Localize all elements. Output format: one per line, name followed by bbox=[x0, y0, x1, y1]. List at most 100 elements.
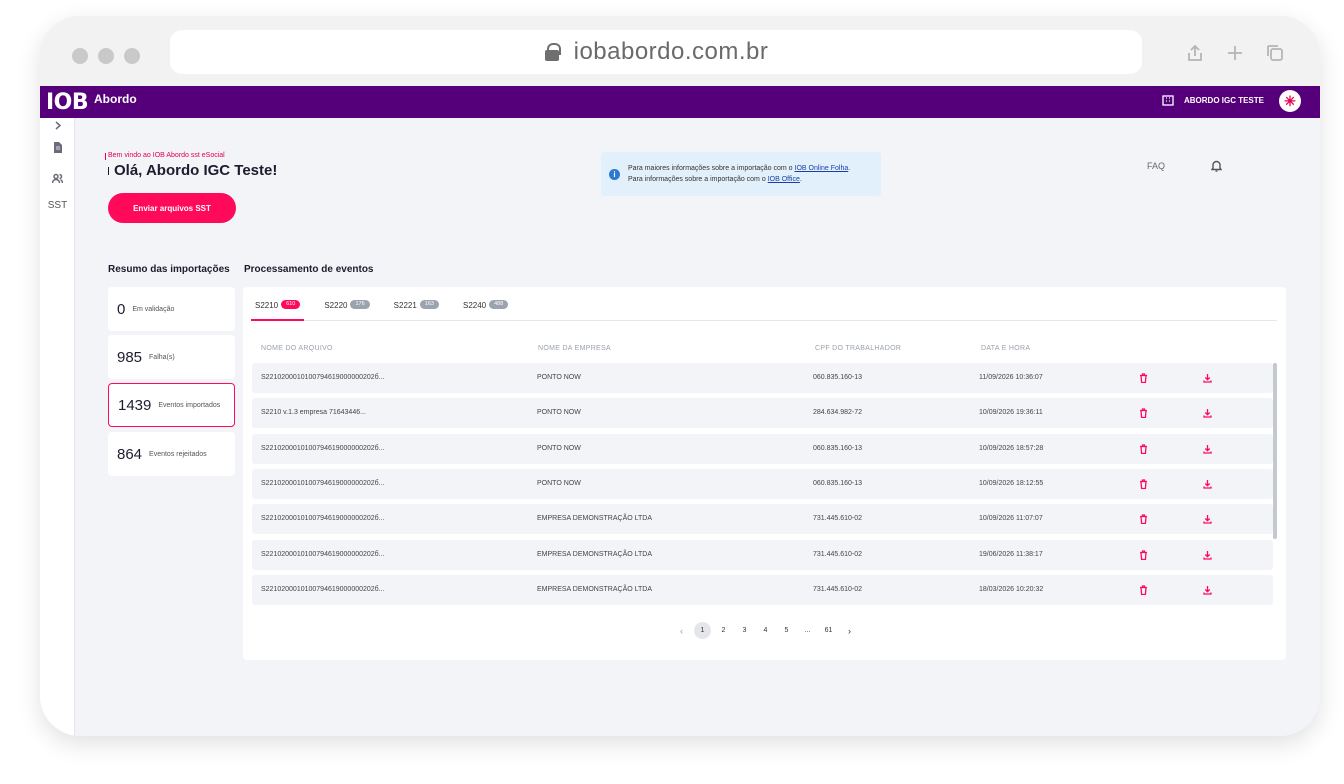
info-line1-text: Para maiores informações sobre a importa… bbox=[628, 165, 795, 172]
stat-card-failures[interactable]: 985 Falha(s) bbox=[108, 335, 235, 379]
download-icon[interactable] bbox=[1203, 408, 1212, 418]
new-tab-icon[interactable] bbox=[1226, 44, 1244, 67]
trash-icon[interactable] bbox=[1139, 585, 1148, 595]
table-row[interactable]: S2210 v.1.3 empresa 71643446... PONTO NOW… bbox=[252, 398, 1273, 429]
stat-value: 985 bbox=[117, 348, 143, 366]
download-icon[interactable] bbox=[1203, 479, 1212, 489]
cell-worker-cpf: 731.445.610-02 bbox=[813, 585, 863, 593]
cell-company-name: PONTO NOW bbox=[537, 479, 581, 487]
sidebar-expand-button[interactable] bbox=[40, 120, 75, 131]
users-icon bbox=[52, 173, 63, 184]
lock-icon bbox=[544, 43, 561, 61]
cell-worker-cpf: 731.445.610-02 bbox=[813, 550, 863, 558]
address-bar[interactable]: iobabordo.com.br bbox=[170, 30, 1142, 74]
sidebar-item-documents[interactable] bbox=[40, 142, 75, 153]
iob-online-folha-link[interactable]: IOB Online Folha bbox=[795, 165, 849, 172]
cell-company-name: PONTO NOW bbox=[537, 374, 581, 381]
cell-file-name: S2210200010100794619000000202б... bbox=[261, 585, 385, 593]
download-icon[interactable] bbox=[1203, 550, 1212, 560]
table-row[interactable]: S2210200010100794619000000202б... PONTO N… bbox=[252, 433, 1273, 464]
pagination-page-3[interactable]: 3 bbox=[736, 622, 753, 639]
user-avatar[interactable]: ✳ bbox=[1279, 90, 1301, 112]
trash-icon[interactable] bbox=[1139, 514, 1148, 525]
trash-icon[interactable] bbox=[1139, 479, 1148, 490]
download-icon[interactable] bbox=[1203, 514, 1212, 524]
cell-company-name: PONTO NOW bbox=[537, 444, 581, 452]
greeting-accent-bar bbox=[108, 167, 109, 175]
browser-actions bbox=[1186, 44, 1284, 67]
pagination-ellipsis: ... bbox=[804, 627, 811, 634]
pagination-page-2[interactable]: 2 bbox=[715, 622, 732, 639]
cell-file-name: S2210200010100794619000000202б... bbox=[261, 374, 385, 381]
cell-datetime: 11/09/2026 10:36:07 bbox=[979, 374, 1043, 381]
cell-datetime: 10/09/2026 18:57:28 bbox=[979, 444, 1044, 452]
cell-file-name: S2210200010100794619000000202б... bbox=[261, 550, 385, 558]
column-header-cpf: CPF DO TRABALHADOR bbox=[815, 345, 902, 352]
browser-chrome: iobabordo.com.br bbox=[40, 16, 1320, 86]
stat-value: 864 bbox=[117, 445, 143, 463]
sidebar-item-users[interactable] bbox=[40, 173, 75, 184]
trash-icon[interactable] bbox=[1139, 373, 1148, 384]
tab-s2220[interactable]: S2220 176 bbox=[320, 300, 373, 321]
iob-logo[interactable]: IOB bbox=[46, 90, 89, 115]
pagination-next-button[interactable]: › bbox=[841, 622, 858, 639]
sidebar: SST bbox=[40, 118, 75, 736]
url-text: iobabordo.com.br bbox=[573, 38, 769, 65]
maximize-window-dot[interactable] bbox=[124, 48, 140, 64]
tab-label: S2220 bbox=[324, 301, 348, 310]
summary-title: Resumo das importações bbox=[108, 264, 230, 275]
stat-label: Falha(s) bbox=[149, 353, 175, 361]
download-icon[interactable] bbox=[1203, 373, 1212, 383]
top-navbar: IOB Abordo ABORDO IGC TESTE ✳ bbox=[40, 86, 1320, 118]
table-scrollbar[interactable] bbox=[1273, 363, 1277, 539]
share-icon[interactable] bbox=[1186, 44, 1204, 67]
pagination: ‹ 1 2 3 4 5 ... 61 › bbox=[673, 622, 858, 639]
cell-company-name: EMPRESA DEMONSTRAÇÃO LTDA bbox=[537, 515, 653, 523]
tabs-overview-icon[interactable] bbox=[1266, 44, 1284, 67]
pagination-prev-button[interactable]: ‹ bbox=[673, 622, 690, 639]
column-header-file: NOME DO ARQUIVO bbox=[261, 345, 333, 352]
column-header-datetime: DATA E HORA bbox=[981, 345, 1031, 352]
cell-worker-cpf: 284.634.982-72 bbox=[813, 409, 863, 417]
welcome-text: Bem vindo ao IOB Abordo sst eSocial bbox=[105, 152, 225, 160]
tab-count-badge: 163 bbox=[419, 300, 439, 309]
faq-link[interactable]: FAQ bbox=[1147, 161, 1165, 171]
table-row[interactable]: S2210200010100794619000000202б... PONTO N… bbox=[252, 363, 1273, 393]
minimize-window-dot[interactable] bbox=[98, 48, 114, 64]
company-selector[interactable]: ABORDO IGC TESTE bbox=[1162, 95, 1264, 106]
close-window-dot[interactable] bbox=[72, 48, 88, 64]
trash-icon[interactable] bbox=[1139, 549, 1148, 560]
cell-worker-cpf: 060.835.160-13 bbox=[813, 374, 863, 381]
info-banner: i Para maiores informações sobre a impor… bbox=[601, 152, 881, 196]
table-row[interactable]: S2210200010100794619000000202б... EMPRESA… bbox=[252, 539, 1273, 570]
stat-card-rejected[interactable]: 864 Eventos rejeitados bbox=[108, 432, 235, 476]
pagination-page-5[interactable]: 5 bbox=[778, 622, 795, 639]
iob-office-link[interactable]: IOB Office bbox=[768, 176, 800, 183]
stat-label: Eventos rejeitados bbox=[149, 450, 207, 458]
bell-icon bbox=[1210, 160, 1223, 172]
stat-card-validation[interactable]: 0 Em validação bbox=[108, 287, 235, 331]
info-line1-suffix: . bbox=[848, 165, 851, 172]
send-sst-files-button[interactable]: Enviar arquivos SST bbox=[108, 193, 236, 223]
download-icon[interactable] bbox=[1203, 444, 1212, 454]
download-icon[interactable] bbox=[1203, 585, 1212, 595]
page-greeting: Olá, Abordo IGC Teste! bbox=[114, 162, 278, 179]
table-row[interactable]: S2210200010100794619000000202б... PONTO N… bbox=[252, 468, 1273, 499]
tab-s2240[interactable]: S2240 488 bbox=[459, 300, 512, 321]
tab-s2221[interactable]: S2221 163 bbox=[390, 300, 443, 321]
cell-datetime: 10/09/2026 19:36:11 bbox=[979, 409, 1043, 417]
table-row[interactable]: S2210200010100794619000000202б... EMPRESA… bbox=[252, 574, 1273, 605]
stat-card-imported[interactable]: 1439 Eventos importados bbox=[108, 383, 235, 427]
table-row[interactable]: S2210200010100794619000000202б... EMPRESA… bbox=[252, 504, 1273, 535]
trash-icon[interactable] bbox=[1139, 443, 1148, 454]
pagination-page-4[interactable]: 4 bbox=[757, 622, 774, 639]
tab-s2210[interactable]: S2210 610 bbox=[251, 300, 305, 321]
notifications-button[interactable] bbox=[1210, 159, 1223, 172]
pagination-page-last[interactable]: 61 bbox=[820, 622, 837, 639]
pagination-page-1[interactable]: 1 bbox=[694, 622, 711, 639]
info-line2-text: Para informações sobre a importação com … bbox=[628, 176, 768, 183]
cell-worker-cpf: 060.835.160-13 bbox=[813, 479, 863, 487]
sidebar-item-sst[interactable]: SST bbox=[40, 200, 75, 211]
info-icon: i bbox=[609, 168, 620, 180]
trash-icon[interactable] bbox=[1139, 408, 1148, 419]
